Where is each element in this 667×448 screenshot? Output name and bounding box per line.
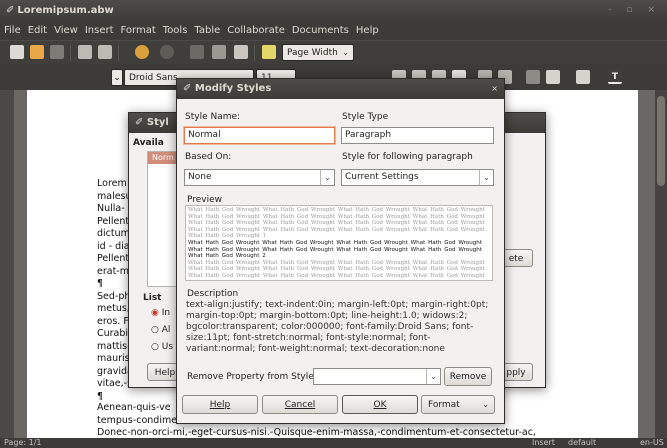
based-on-select[interactable]: None ⌄: [184, 169, 335, 186]
undo-icon[interactable]: [135, 45, 149, 59]
statusbar: Page: 1/1 Insert default en-US: [0, 438, 667, 448]
standard-toolbar: Page Width ⌄: [0, 40, 667, 64]
radio-in[interactable]: ◉ In: [151, 308, 170, 318]
zoom-select[interactable]: Page Width ⌄: [282, 44, 354, 61]
menubar: File Edit View Insert Format Tools Table Collab…: [0, 22, 667, 40]
current-style: default: [568, 438, 597, 447]
style-name-input[interactable]: Normal: [184, 127, 335, 144]
window-controls[interactable]: - ▫ ×: [608, 5, 661, 15]
chevron-down-icon: ⌄: [482, 400, 489, 409]
preview-next-paragraph: What Hath God Wrought What Hath God Wrou…: [188, 259, 485, 280]
chevron-down-icon: ⌄: [479, 170, 493, 185]
menu-table[interactable]: Table: [194, 25, 220, 36]
radio-icon: ○: [151, 325, 159, 335]
vertical-ruler: [0, 90, 14, 438]
save-icon[interactable]: [50, 45, 64, 59]
remove-property-select[interactable]: ⌄: [313, 368, 441, 385]
style-name-label: Style Name:: [185, 112, 241, 122]
spellcheck-icon[interactable]: [262, 45, 276, 59]
text-color-icon[interactable]: T: [608, 70, 622, 84]
insert-mode: Insert: [532, 438, 555, 447]
menu-insert[interactable]: Insert: [85, 25, 114, 36]
format-menu-button[interactable]: Format ⌄: [421, 395, 495, 414]
paste-icon[interactable]: [234, 45, 248, 59]
page-indicator: Page: 1/1: [4, 438, 42, 447]
vertical-scrollbar[interactable]: [655, 90, 667, 438]
remove-button[interactable]: Remove: [444, 367, 492, 386]
window-titlebar: ✐ Loremipsum.abw: [0, 0, 667, 22]
help-button[interactable]: Help: [182, 395, 258, 414]
redo-icon[interactable]: [160, 45, 174, 59]
menu-view[interactable]: View: [54, 25, 78, 36]
following-style-select[interactable]: Current Settings ⌄: [341, 169, 494, 186]
chevron-down-icon: ⌄: [342, 48, 349, 57]
style-dropdown-arrow[interactable]: ⌄: [111, 69, 123, 86]
open-icon[interactable]: [30, 45, 44, 59]
close-icon[interactable]: ×: [491, 79, 498, 99]
available-label: Availa: [133, 138, 164, 148]
menu-file[interactable]: File: [4, 25, 21, 36]
highlight-color-icon[interactable]: [576, 70, 590, 84]
remove-property-label: Remove Property from Style: [187, 372, 314, 382]
preview-label: Preview: [187, 195, 223, 205]
indent-icon[interactable]: [526, 70, 540, 84]
menu-documents[interactable]: Documents: [292, 25, 349, 36]
description-label: Description: [187, 289, 239, 299]
cancel-button[interactable]: Cancel: [262, 395, 338, 414]
app-icon: ✐: [183, 83, 192, 94]
outdent-icon[interactable]: [546, 70, 560, 84]
following-style-label: Style for following paragraph: [342, 152, 473, 162]
style-description: text-align:justify; text-indent:0in; mar…: [186, 300, 489, 354]
list-label: List: [143, 293, 162, 303]
new-icon[interactable]: [10, 45, 24, 59]
style-type-label: Style Type: [342, 112, 389, 122]
scroll-thumb[interactable]: [657, 96, 665, 186]
radio-used[interactable]: ○ Us: [151, 342, 173, 352]
menu-tools[interactable]: Tools: [163, 25, 188, 36]
menu-collaborate[interactable]: Collaborate: [227, 25, 285, 36]
cut-icon[interactable]: [190, 45, 204, 59]
radio-icon: ○: [151, 342, 159, 352]
radio-selected-icon: ◉: [151, 308, 159, 318]
modify-dialog-title: Modify Styles: [194, 83, 272, 94]
style-type-field: Paragraph: [341, 127, 494, 144]
chevron-down-icon: ⌄: [426, 369, 440, 384]
print-icon[interactable]: [78, 45, 92, 59]
preview-previous-paragraph: What Hath God Wrought What Hath God Wrou…: [188, 207, 485, 240]
print-preview-icon[interactable]: [98, 45, 112, 59]
based-on-label: Based On:: [185, 152, 232, 162]
app-icon: ✐: [6, 5, 15, 16]
language: en-US: [640, 438, 664, 447]
chevron-down-icon: ⌄: [320, 170, 334, 185]
menu-edit[interactable]: Edit: [28, 25, 47, 36]
menu-help[interactable]: Help: [356, 25, 379, 36]
copy-icon[interactable]: [212, 45, 226, 59]
preview-current-paragraph: What Hath God Wrought What Hath God Wrou…: [188, 239, 483, 260]
radio-all[interactable]: ○ Al: [151, 325, 170, 335]
ok-button[interactable]: OK: [342, 395, 418, 414]
modify-dialog-titlebar: ✐ Modify Styles ×: [177, 79, 504, 99]
menu-format[interactable]: Format: [121, 25, 156, 36]
style-preview: What Hath God Wrought What Hath God Wrou…: [185, 205, 493, 281]
window-title: Loremipsum.abw: [17, 5, 114, 16]
